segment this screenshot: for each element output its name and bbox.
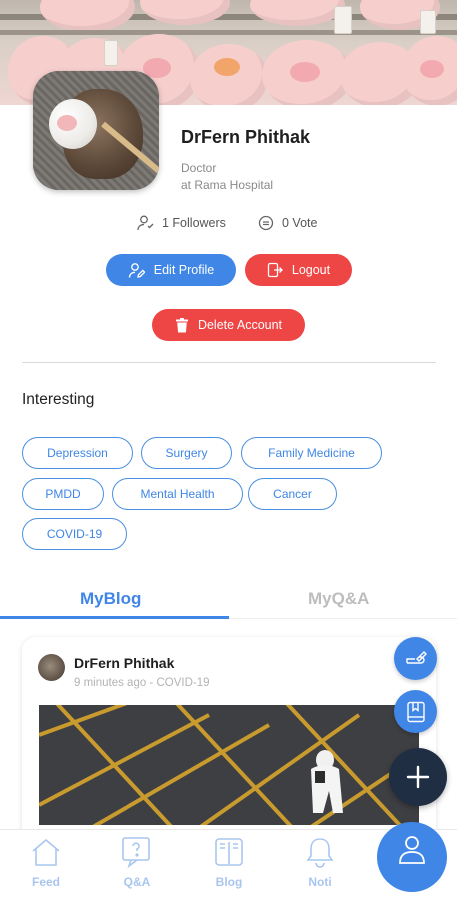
post-author-name: DrFern Phithak (74, 655, 175, 671)
nav-label: Feed (31, 875, 60, 889)
home-icon (32, 838, 60, 866)
post-image (39, 705, 419, 825)
interesting-title: Interesting (22, 391, 95, 408)
logout-label: Logout (291, 263, 331, 277)
logout-button[interactable]: Logout (245, 254, 352, 286)
nav-qa[interactable]: Q&A (91, 830, 183, 900)
trash-icon (175, 317, 188, 332)
divider (22, 362, 436, 363)
book-icon (215, 838, 243, 866)
delete-account-label: Delete Account (197, 318, 283, 332)
tab-myblog[interactable]: MyBlog (80, 589, 141, 609)
nav-feed[interactable]: Feed (0, 830, 92, 900)
bookmark-icon (406, 701, 425, 722)
tag-chip[interactable]: Family Medicine (241, 437, 382, 469)
tag-chip[interactable]: Cancer (248, 478, 337, 510)
profile-role: Doctor (181, 161, 217, 175)
blog-post-card[interactable]: DrFern Phithak 9 minutes ago - COVID-19 (22, 637, 436, 847)
active-tab-indicator (0, 616, 229, 619)
profile-hospital: at Rama Hospital (181, 178, 274, 192)
nav-blog[interactable]: Blog (183, 830, 275, 900)
nav-label: Q&A (123, 875, 151, 889)
nav-label: Noti (308, 875, 332, 889)
question-icon (122, 837, 150, 868)
tag-chip[interactable]: Mental Health (112, 478, 243, 510)
votes-stat[interactable]: 0 Vote (258, 214, 317, 232)
followers-stat[interactable]: 1 Followers (136, 214, 226, 232)
bell-icon (306, 838, 334, 868)
post-meta: 9 minutes ago - COVID-19 (74, 677, 210, 689)
tag-chip[interactable]: COVID-19 (22, 518, 127, 550)
profile-name: DrFern Phithak (181, 127, 311, 147)
delete-account-button[interactable]: Delete Account (152, 309, 305, 341)
tab-divider (229, 618, 457, 619)
nav-noti[interactable]: Noti (274, 830, 366, 900)
add-fab[interactable] (389, 748, 447, 806)
followers-count: 1 Followers (162, 216, 226, 230)
write-post-fab[interactable] (394, 637, 437, 680)
bookmark-fab[interactable] (394, 690, 437, 733)
logout-icon (267, 262, 283, 278)
plus-icon (406, 765, 430, 789)
edit-post-icon (405, 650, 427, 664)
user-icon (399, 836, 425, 864)
post-author-avatar (38, 654, 65, 681)
tag-chip[interactable]: Surgery (141, 437, 232, 469)
edit-profile-button[interactable]: Edit Profile (106, 254, 236, 286)
tag-chip[interactable]: PMDD (22, 478, 104, 510)
tag-chip[interactable]: Depression (22, 437, 133, 469)
edit-profile-label: Edit Profile (153, 263, 215, 277)
vote-icon (258, 215, 274, 231)
followers-icon (137, 215, 154, 231)
edit-user-icon (128, 262, 145, 278)
tab-myqa[interactable]: MyQ&A (308, 589, 369, 609)
nav-profile-label: Profile (393, 873, 431, 887)
profile-avatar[interactable] (33, 71, 159, 190)
votes-count: 0 Vote (282, 216, 318, 230)
nav-label: Blog (215, 875, 243, 889)
